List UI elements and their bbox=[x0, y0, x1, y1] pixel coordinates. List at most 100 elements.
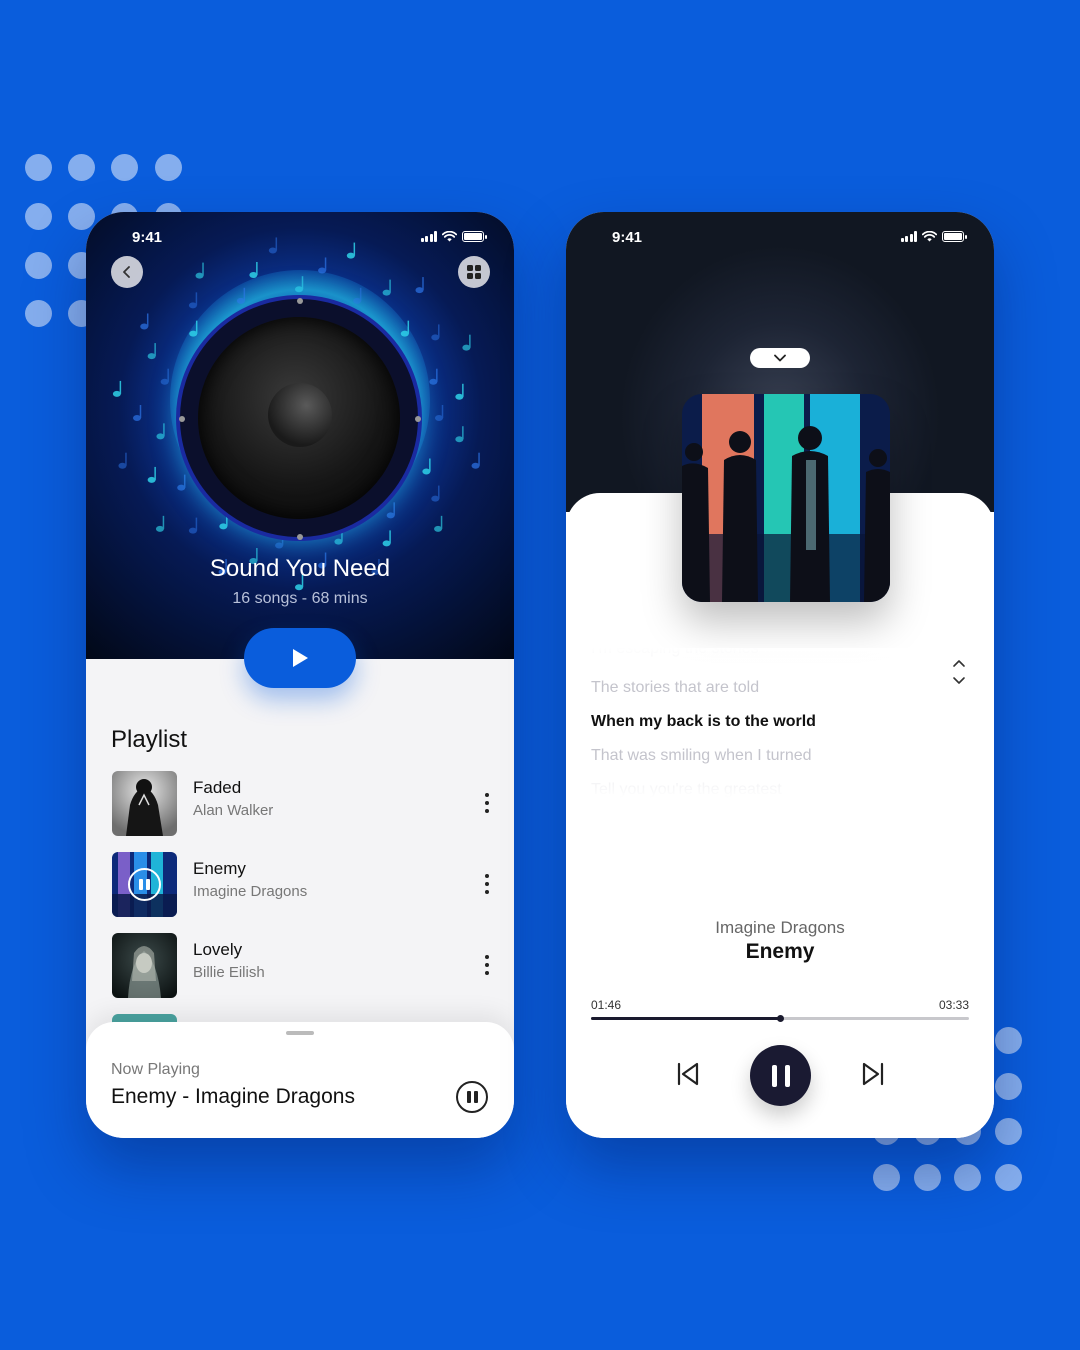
music-note-icon bbox=[249, 261, 258, 278]
more-options-icon[interactable] bbox=[482, 955, 492, 975]
speaker-image bbox=[176, 295, 422, 541]
lyric-line: I'm escaping the stories bbox=[591, 648, 759, 657]
music-note-icon bbox=[415, 277, 424, 294]
chevron-down-icon bbox=[774, 354, 786, 362]
music-note-icon bbox=[188, 517, 198, 534]
speaker-bolt bbox=[179, 416, 185, 422]
playlist-subtitle: 16 songs - 68 mins bbox=[232, 590, 368, 607]
back-button[interactable] bbox=[111, 256, 143, 288]
more-options-icon[interactable] bbox=[482, 793, 492, 813]
playlist-screen: 9:41 Sound You Need 16 songs - 68 mins P… bbox=[86, 212, 514, 1138]
music-note-icon bbox=[177, 474, 186, 491]
music-note-icon bbox=[386, 502, 395, 519]
music-note-icon bbox=[112, 380, 122, 397]
pause-icon[interactable] bbox=[128, 868, 161, 901]
lyric-line: That was smiling when I turned bbox=[591, 747, 812, 764]
lyric-line-active: When my back is to the world bbox=[591, 713, 816, 730]
music-note-icon bbox=[147, 343, 156, 360]
music-note-icon bbox=[140, 313, 149, 330]
skip-next-icon[interactable] bbox=[859, 1060, 887, 1088]
lyrics-panel[interactable]: I'm escaping the stories The stories tha… bbox=[591, 648, 911, 798]
progress-fill bbox=[591, 1017, 780, 1020]
background-dot bbox=[111, 154, 138, 181]
scroll-arrows-icon[interactable] bbox=[951, 658, 967, 686]
status-bar: 9:41 bbox=[566, 228, 994, 248]
pause-icon bbox=[771, 1064, 777, 1087]
track-row[interactable]: Lovely Billie Eilish bbox=[112, 933, 492, 998]
battery-icon bbox=[942, 231, 967, 242]
background-dot bbox=[873, 1164, 900, 1191]
progress-bar[interactable] bbox=[591, 1015, 969, 1022]
background-dot bbox=[25, 203, 52, 230]
playlist-title: Sound You Need bbox=[209, 555, 391, 582]
now-playing-song: Enemy - Imagine Dragons bbox=[111, 1085, 355, 1108]
music-note-icon bbox=[353, 287, 362, 304]
music-note-icon bbox=[118, 452, 127, 469]
track-row[interactable]: Enemy Imagine Dragons bbox=[112, 852, 492, 917]
music-note-icon bbox=[156, 423, 165, 440]
playlist-heading: Playlist bbox=[111, 726, 188, 753]
speaker-bolt bbox=[415, 416, 421, 422]
music-note-icon bbox=[435, 405, 444, 421]
wifi-icon bbox=[442, 231, 457, 242]
music-note-icon bbox=[236, 287, 246, 304]
music-note-icon bbox=[160, 368, 169, 385]
music-note-icon bbox=[195, 262, 204, 279]
speaker-bolt bbox=[297, 298, 303, 304]
music-note-icon bbox=[133, 405, 142, 421]
collapse-button[interactable] bbox=[750, 348, 810, 368]
pause-button[interactable] bbox=[456, 1081, 488, 1113]
status-time: 9:41 bbox=[132, 229, 163, 246]
album-art bbox=[112, 933, 177, 998]
menu-button[interactable] bbox=[458, 256, 490, 288]
status-icons bbox=[420, 231, 487, 242]
music-note-icon bbox=[431, 324, 440, 341]
total-time: 03:33 bbox=[938, 998, 969, 1012]
background-dot bbox=[25, 300, 52, 327]
music-note-icon bbox=[462, 334, 471, 351]
music-note-icon bbox=[318, 257, 327, 274]
background-dot bbox=[68, 154, 95, 181]
pause-button[interactable] bbox=[750, 1045, 811, 1106]
play-icon bbox=[293, 649, 308, 667]
music-note-icon bbox=[422, 458, 431, 475]
skip-previous-icon[interactable] bbox=[674, 1060, 702, 1088]
play-button[interactable] bbox=[244, 628, 356, 688]
more-options-icon[interactable] bbox=[482, 874, 492, 894]
track-artist: Imagine Dragons bbox=[193, 883, 308, 900]
drag-handle[interactable] bbox=[286, 1031, 314, 1035]
progress-knob[interactable] bbox=[777, 1015, 784, 1022]
music-note-icon bbox=[429, 368, 438, 385]
background-dot bbox=[25, 252, 52, 279]
elapsed-time: 01:46 bbox=[591, 998, 622, 1012]
background-dot bbox=[995, 1073, 1022, 1100]
music-note-icon bbox=[295, 276, 304, 293]
speaker-bolt bbox=[297, 534, 303, 540]
lyric-line: The stories that are told bbox=[591, 679, 760, 696]
track-artist: Alan Walker bbox=[193, 802, 274, 819]
artist-name: Imagine Dragons bbox=[715, 918, 845, 937]
now-playing-bar[interactable]: Now Playing Enemy - Imagine Dragons bbox=[86, 1022, 514, 1138]
status-time: 9:41 bbox=[612, 229, 643, 246]
music-note-icon bbox=[147, 466, 156, 483]
background-dot bbox=[25, 154, 52, 181]
album-art bbox=[112, 771, 177, 836]
background-dot bbox=[914, 1164, 941, 1191]
music-note-icon bbox=[188, 292, 198, 309]
background-dot bbox=[995, 1027, 1022, 1054]
track-title: Lovely bbox=[193, 940, 243, 959]
speaker-cap bbox=[268, 383, 332, 447]
chevron-left-icon bbox=[123, 266, 130, 278]
background-dot bbox=[954, 1164, 981, 1191]
track-row[interactable]: Faded Alan Walker bbox=[112, 771, 492, 836]
battery-icon bbox=[462, 231, 487, 242]
wifi-icon bbox=[922, 231, 937, 242]
player-screen: 9:41 I'm escaping the stories The storie… bbox=[566, 212, 994, 1138]
signal-icon bbox=[420, 231, 437, 242]
music-note-icon bbox=[455, 426, 464, 443]
music-note-icon bbox=[400, 320, 410, 337]
track-title: Faded bbox=[193, 778, 242, 797]
track-title: Enemy bbox=[193, 859, 246, 878]
now-playing-label: Now Playing bbox=[111, 1061, 200, 1078]
music-note-icon bbox=[455, 383, 464, 400]
